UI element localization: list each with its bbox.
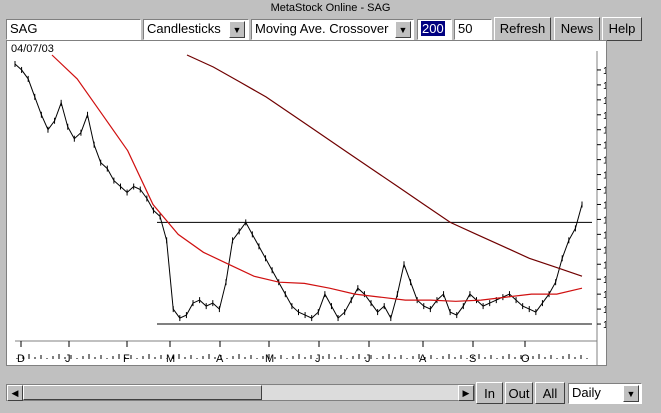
month-label: F — [123, 353, 130, 365]
price-tick-label: 1.1750 — [603, 305, 606, 316]
zoom-out-button[interactable]: Out — [505, 382, 533, 404]
periodicity-value: Daily — [572, 385, 601, 400]
period1-value: 200 — [421, 21, 445, 36]
price-tick-label: 1.2750 — [603, 245, 606, 256]
symbol-value: SAG — [10, 21, 38, 36]
month-label: J — [365, 353, 371, 365]
price-tick-label: 1.5750 — [603, 66, 606, 77]
price-tick-label: 1.3250 — [603, 215, 606, 226]
price-tick-label: 1.4000 — [603, 171, 606, 182]
price-tick-label: 1.3500 — [603, 200, 606, 211]
month-label: O — [521, 353, 530, 365]
month-label: A — [216, 353, 224, 365]
indicator-value: Moving Ave. Crossover — [255, 21, 389, 36]
price-chart: 04/07/03 1.5750 1.5500 1.5250 1.5000 1.4750 1.… — [11, 43, 606, 365]
symbol-input[interactable]: SAG — [6, 19, 141, 40]
help-button[interactable]: Help — [602, 17, 642, 41]
news-button[interactable]: News — [554, 17, 600, 41]
chart-style-dropdown-icon[interactable]: ▼ — [229, 21, 245, 38]
chart-panel[interactable]: 04/07/03 1.5750 1.5500 1.5250 1.5000 1.4750 1.… — [6, 40, 607, 366]
scroll-left-icon[interactable]: ◀ — [7, 385, 23, 401]
month-label: M — [265, 353, 274, 365]
ma50-series — [51, 54, 583, 302]
month-label: J — [315, 353, 321, 365]
month-label: D — [17, 353, 25, 365]
scroll-right-icon[interactable]: ▶ — [458, 385, 474, 401]
zoom-in-button[interactable]: In — [476, 382, 503, 404]
price-tick-label: 1.2000 — [603, 290, 606, 301]
price-tick-label: 1.1500 — [603, 320, 606, 331]
price-tick-label: 1.2250 — [603, 275, 606, 286]
period2-value: 50 — [458, 21, 473, 36]
period1-input[interactable]: 200 — [417, 19, 452, 40]
chart-style-value: Candlesticks — [147, 21, 221, 36]
period2-input[interactable]: 50 — [454, 19, 492, 40]
date-label: 04/07/03 — [11, 43, 54, 55]
price-tick-label: 1.5250 — [603, 96, 606, 107]
refresh-button[interactable]: Refresh — [494, 17, 551, 41]
price-tick-label: 1.2500 — [603, 260, 606, 271]
month-label: M — [166, 353, 175, 365]
month-label: J — [65, 353, 71, 365]
price-tick-label: 1.5500 — [603, 81, 606, 92]
horizontal-scrollbar[interactable]: ◀ ▶ — [6, 384, 475, 401]
price-series — [14, 63, 583, 320]
indicator-dropdown-icon[interactable]: ▼ — [395, 21, 411, 38]
price-tick-label: 1.3000 — [603, 230, 606, 241]
ma200-series — [186, 54, 583, 277]
indicator-select[interactable]: Moving Ave. Crossover — [251, 19, 414, 40]
month-label: S — [469, 353, 476, 365]
price-tick-label: 1.4250 — [603, 156, 606, 167]
periodicity-dropdown-icon[interactable]: ▼ — [623, 385, 639, 402]
price-tick-label: 1.3750 — [603, 186, 606, 197]
price-tick-label: 1.4750 — [603, 126, 606, 137]
window-title: MetaStock Online - SAG — [270, 2, 391, 14]
show-all-button[interactable]: All — [535, 382, 565, 404]
price-tick-label: 1.5000 — [603, 111, 606, 122]
price-tick-label: 1.4500 — [603, 141, 606, 152]
scroll-thumb[interactable] — [23, 385, 262, 400]
month-label: A — [419, 353, 427, 365]
